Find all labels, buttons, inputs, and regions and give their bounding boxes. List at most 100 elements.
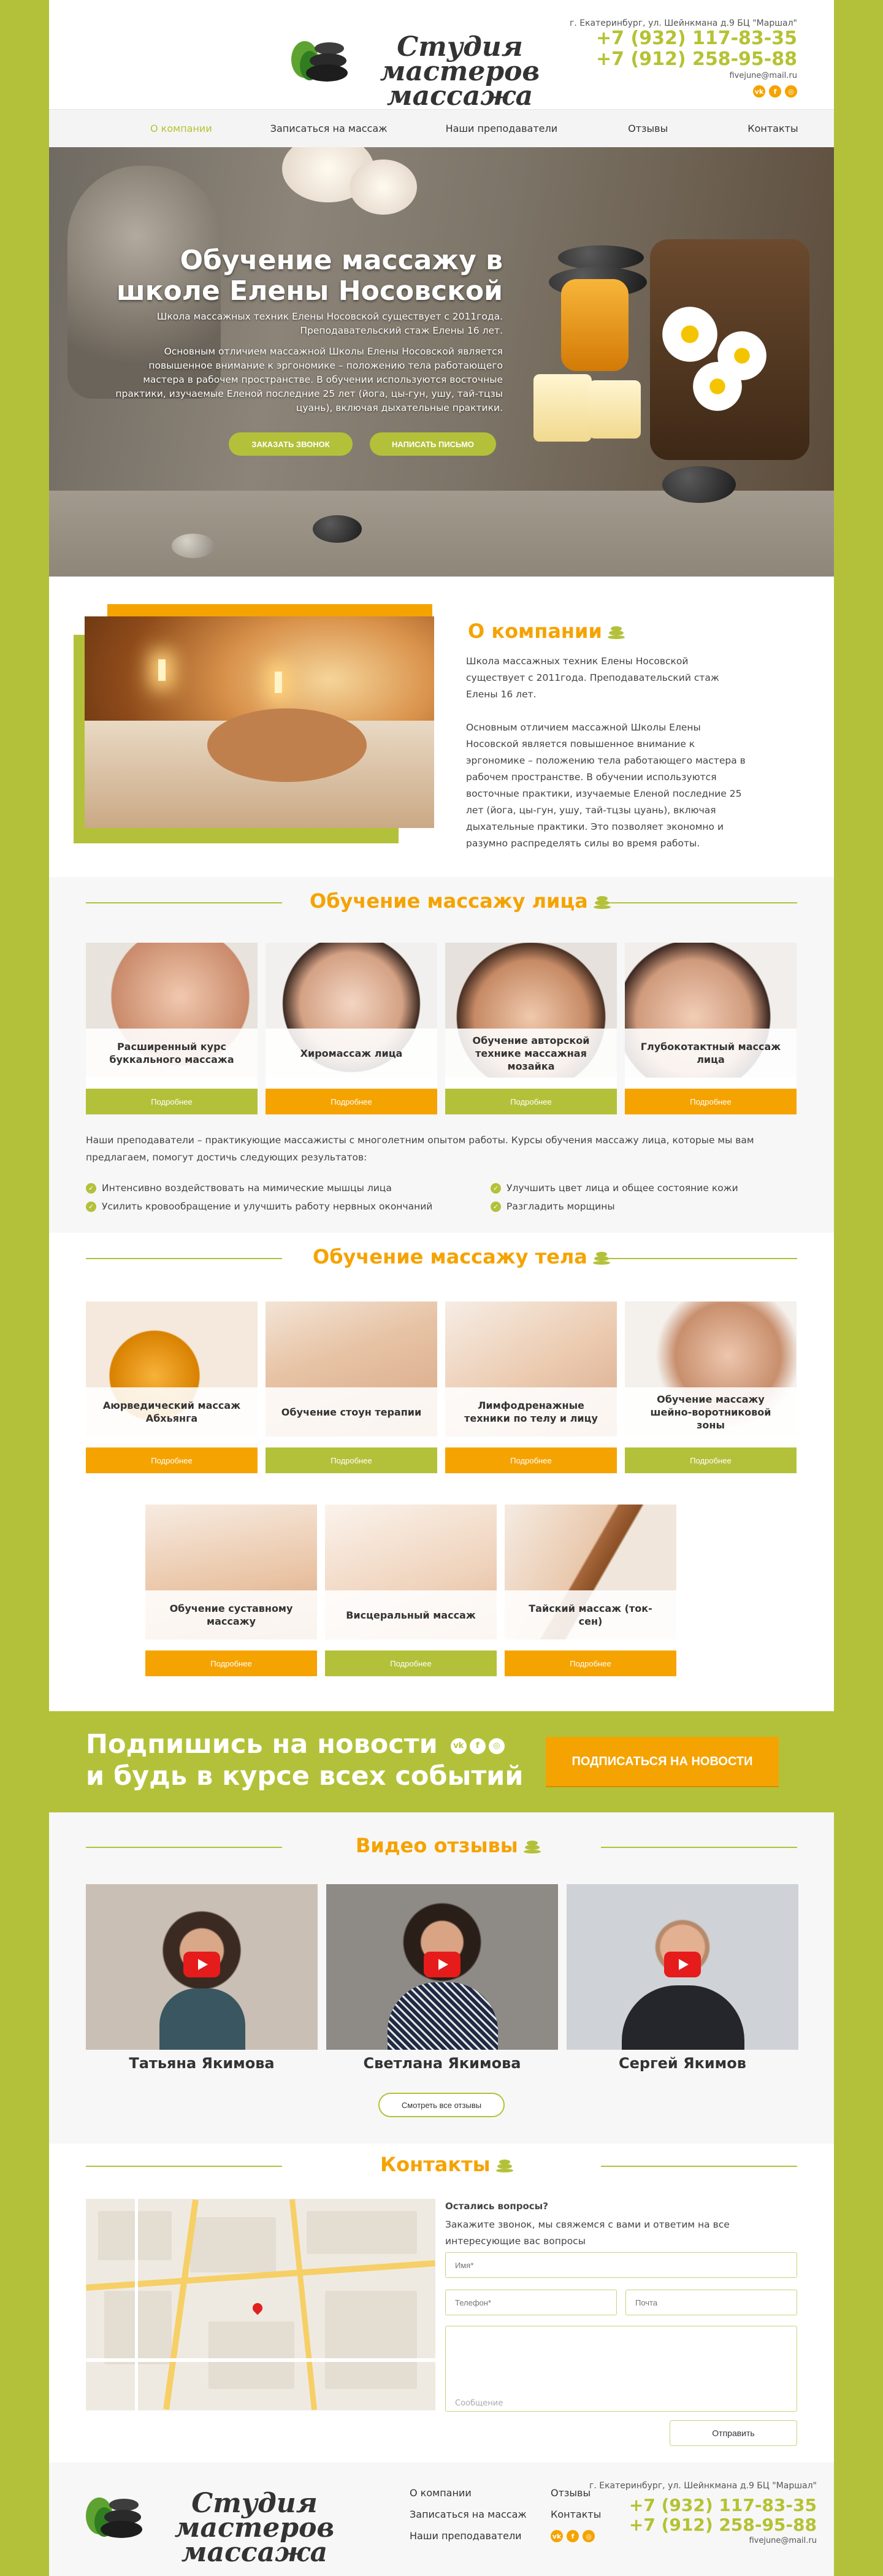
details-button[interactable]: Подробнее [266,1447,437,1473]
all-reviews-button[interactable]: Смотреть все отзывы [378,2093,505,2117]
contacts-title: Контакты [380,2153,514,2176]
facebook-icon[interactable]: f [769,85,781,98]
details-button[interactable]: Подробнее [505,1650,676,1676]
face-intro: Наши преподаватели – практикующие массаж… [86,1135,754,1163]
map-pin-icon[interactable] [250,2301,265,2315]
video-player[interactable] [86,1884,318,2050]
logo[interactable]: Студия мастеров массажа [291,31,573,110]
phone-2[interactable]: +7 (912) 258-95-88 [559,2515,817,2535]
course-card[interactable]: Обучение суставному массажу Подробнее [145,1505,317,1676]
phone-2[interactable]: +7 (912) 258-95-88 [540,49,797,70]
course-card[interactable]: Хиромассаж лица Подробнее [266,943,437,1114]
subscribe-line2: и будь в курсе всех событий [86,1761,524,1792]
result-bullet: Улучшить цвет лица и общее состояние кож… [491,1183,738,1194]
stones-icon [495,2160,513,2172]
details-button[interactable]: Подробнее [625,1447,797,1473]
phone-1[interactable]: +7 (932) 117-83-35 [540,28,797,49]
footer-contacts: г. Екатеринбург, ул. Шейнкмана д.9 БЦ "М… [559,2481,817,2545]
stones-icon [607,626,625,639]
details-button[interactable]: Подробнее [625,1089,797,1114]
nav-about[interactable]: О компании [150,123,212,134]
course-card[interactable]: Аюрведический массаж Абхьянга Подробнее [86,1301,258,1473]
divider [601,1258,797,1259]
about-p2: Основным отличием массажной Школы Елены … [466,722,746,849]
hero-stone [313,515,362,543]
name-field[interactable] [445,2252,797,2278]
map[interactable] [86,2199,435,2410]
vk-icon[interactable]: vk [753,85,765,98]
course-card[interactable]: Тайский массаж (ток-сен) Подробнее [505,1505,676,1676]
nav-contacts[interactable]: Контакты [747,123,798,134]
course-card[interactable]: Глубокотактный массаж лица Подробнее [625,943,797,1114]
message-field[interactable]: Сообщение [445,2326,797,2412]
hero-daisy [693,362,742,411]
hero-stone [172,534,215,558]
vk-icon[interactable]: vk [450,1738,467,1754]
footer-link[interactable]: Записаться на массаж [410,2509,527,2520]
contacts-title-text: Контакты [380,2153,491,2176]
send-button[interactable]: Отправить [670,2420,797,2446]
subscribe-button[interactable]: ПОДПИСАТЬСЯ НА НОВОСТИ [546,1737,779,1786]
course-card[interactable]: Лимфодренажные техники по телу и лицу По… [445,1301,617,1473]
details-button[interactable]: Подробнее [145,1650,317,1676]
logo-line1: Студия мастеров [380,31,540,87]
logo-text: Студия мастеров массажа [147,2488,362,2568]
footer-link[interactable]: О компании [410,2487,472,2499]
play-icon[interactable] [664,1952,701,1977]
divider [601,1847,797,1848]
footer-link[interactable]: Наши преподаватели [410,2530,522,2542]
course-card[interactable]: Обучение стоун терапии Подробнее [266,1301,437,1473]
details-button[interactable]: Подробнее [86,1447,258,1473]
hero: Обучение массажу в школе Елены Носовской… [49,147,834,577]
email[interactable]: fivejune@mail.ru [559,2536,817,2545]
email[interactable]: fivejune@mail.ru [540,71,797,80]
course-label: Расширенный курс буккального массажа [86,1029,258,1078]
hero-cloth [49,491,834,577]
play-icon[interactable] [183,1952,220,1977]
nav-reviews[interactable]: Отзывы [628,123,668,134]
hero-text-1: Школа массажных техник Елены Носовской с… [156,311,503,336]
video-player[interactable] [567,1884,798,2050]
instagram-icon[interactable]: ◎ [785,85,797,98]
video-player[interactable] [326,1884,558,2050]
about-title-text: О компании [468,619,602,643]
reviewer-name: Сергей Якимов [619,2055,746,2072]
main-nav: О компании Записаться на массаж Наши пре… [49,109,834,147]
logo-line1: Студия мастеров [174,2488,335,2543]
nav-teachers[interactable]: Наши преподаватели [446,123,558,134]
details-button[interactable]: Подробнее [325,1650,497,1676]
phone-field[interactable] [445,2290,617,2315]
about-text: Школа массажных техник Елены Носовской с… [466,653,748,852]
order-call-button[interactable]: ЗАКАЗАТЬ ЗВОНОК [229,432,353,456]
details-button[interactable]: Подробнее [445,1089,617,1114]
play-icon[interactable] [424,1952,461,1977]
details-button[interactable]: Подробнее [266,1089,437,1114]
result-bullet: Интенсивно воздействовать на мимические … [86,1183,392,1194]
reviewer-name: Татьяна Якимова [129,2055,275,2072]
reviewer-name: Светлана Якимова [363,2055,521,2072]
facebook-icon[interactable]: f [469,1738,486,1754]
write-letter-button[interactable]: НАПИСАТЬ ПИСЬМО [370,432,496,456]
phone-1[interactable]: +7 (932) 117-83-35 [559,2496,817,2515]
footer: Студия мастеров массажа О компании Запис… [49,2463,834,2576]
hero-stone [662,466,736,503]
address: г. Екатеринбург, ул. Шейнкмана д.9 БЦ "М… [589,2481,817,2491]
nav-booking[interactable]: Записаться на массаж [270,123,388,134]
details-button[interactable]: Подробнее [445,1447,617,1473]
about-image [85,616,434,828]
course-card[interactable]: Обучение массажу шейно-воротниковой зоны… [625,1301,797,1473]
hero-candle [589,380,641,439]
footer-logo[interactable]: Студия мастеров массажа [86,2490,368,2566]
course-card[interactable]: Расширенный курс буккального массажа Под… [86,943,258,1114]
contacts-question: Остались вопросы? [445,2201,548,2212]
course-card[interactable]: Обучение авторской технике массажная моз… [445,943,617,1114]
email-field[interactable] [625,2290,797,2315]
address: г. Екатеринбург, ул. Шейнкмана д.9 БЦ "М… [569,18,797,28]
course-card[interactable]: Висцеральный массаж Подробнее [325,1505,497,1676]
course-label: Тайский массаж (ток-сен) [505,1590,676,1639]
logo-line2: массажа [181,2537,328,2568]
course-label: Хиромассаж лица [266,1029,437,1078]
instagram-icon[interactable]: ◎ [488,1738,505,1754]
details-button[interactable]: Подробнее [86,1089,258,1114]
subscribe-line1: Подпишись на новости [86,1729,438,1760]
